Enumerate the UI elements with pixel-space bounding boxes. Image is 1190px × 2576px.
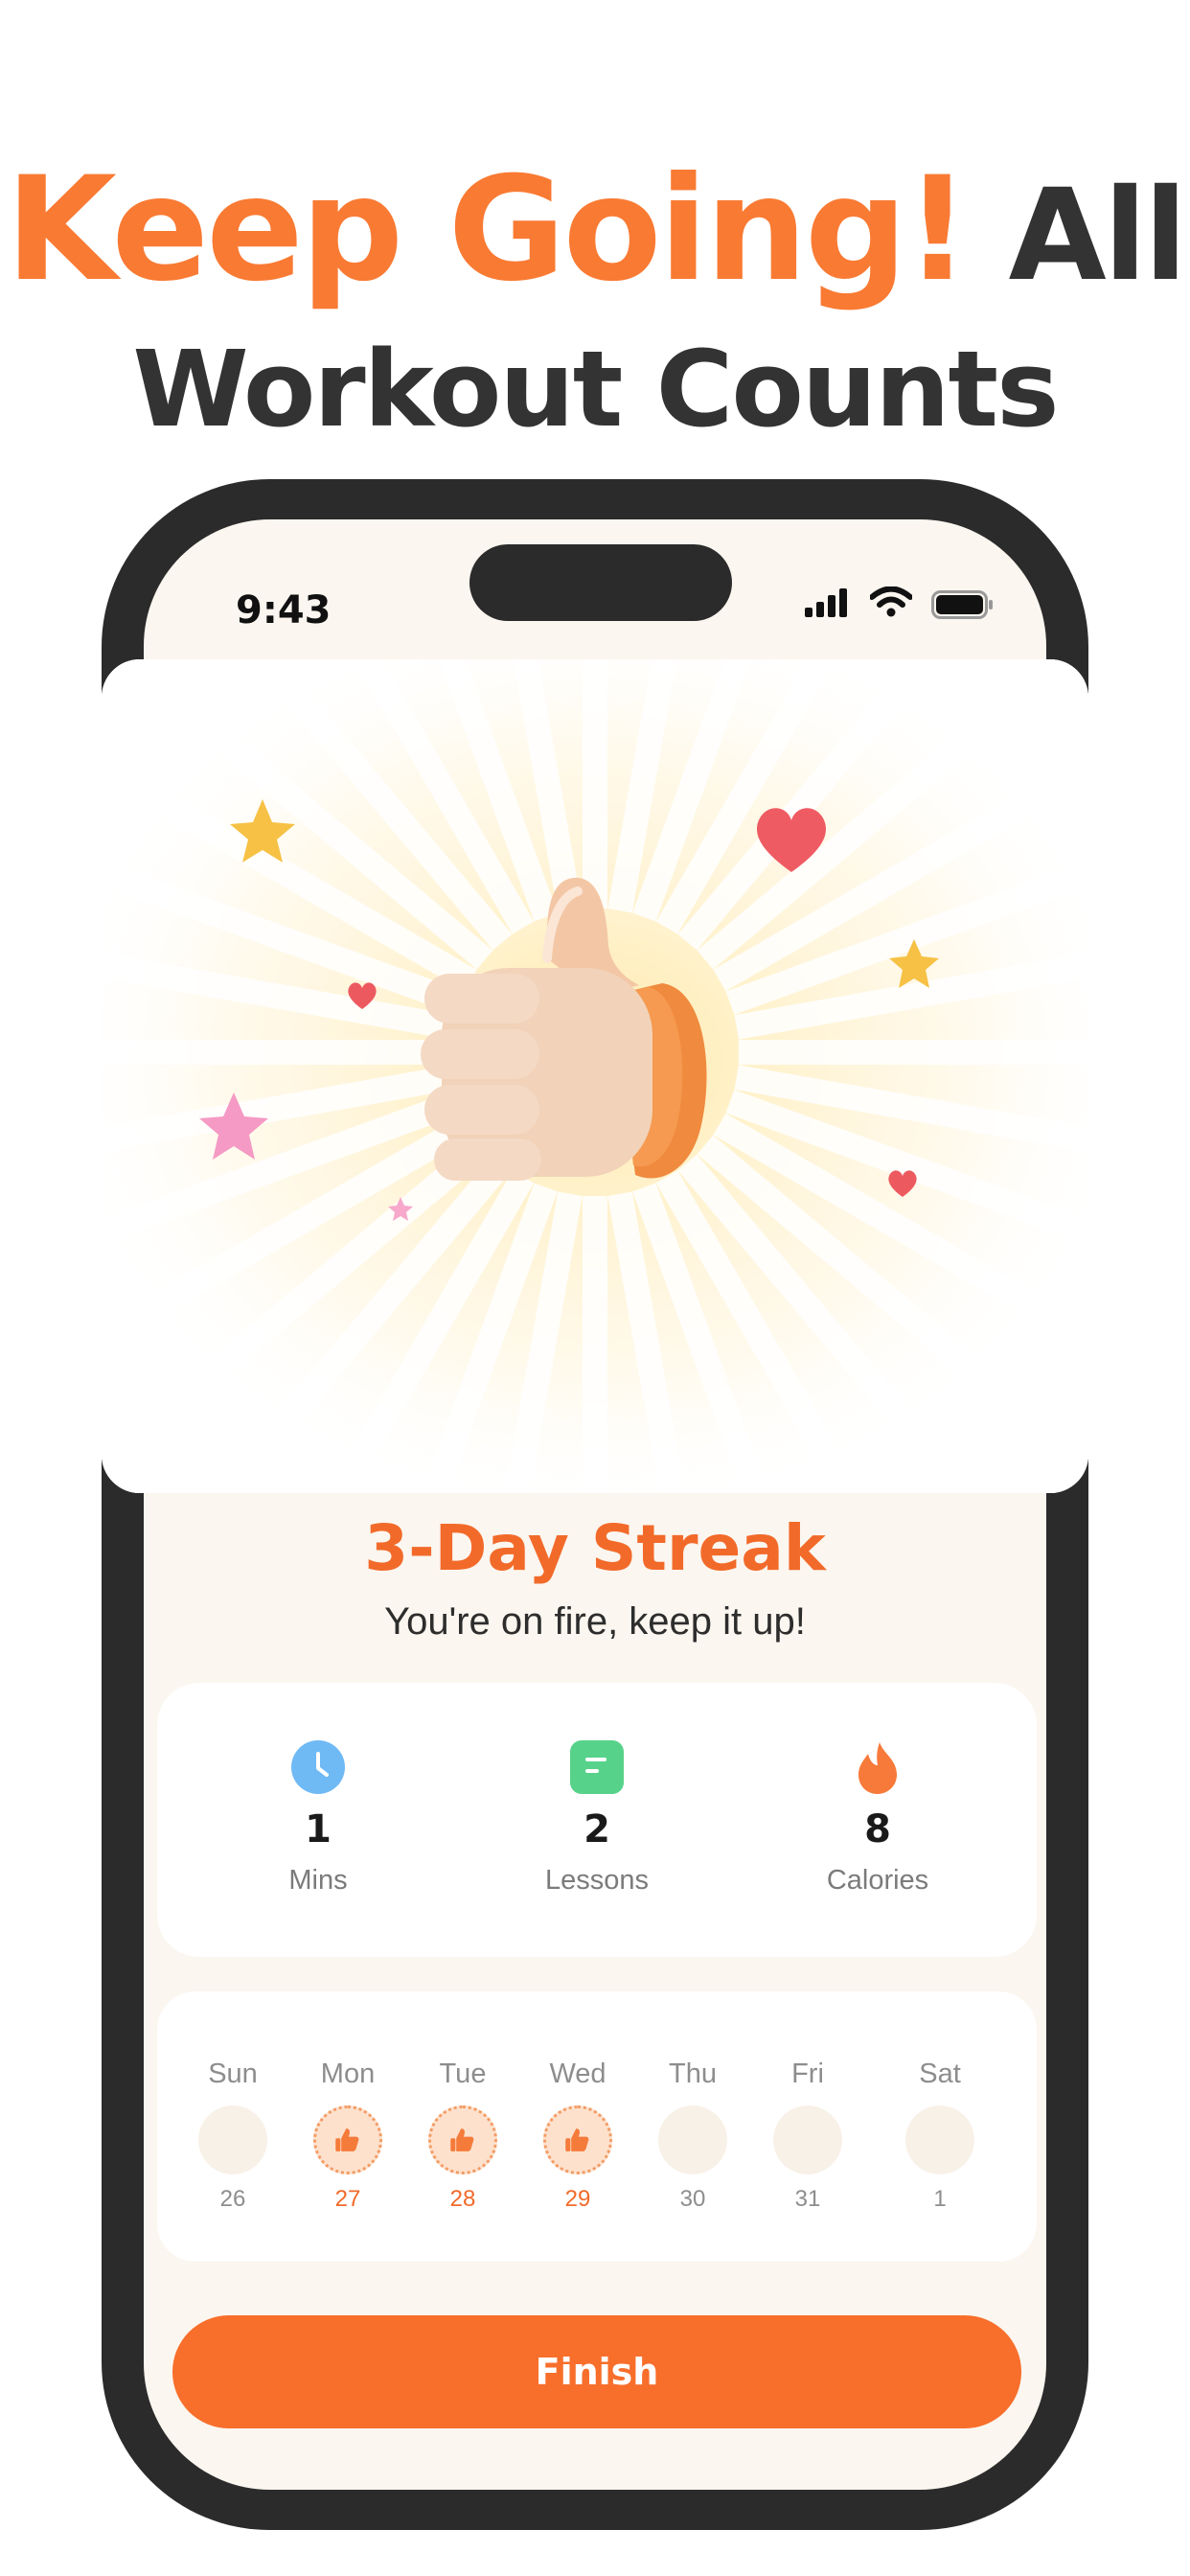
finish-button[interactable]: Finish: [172, 2315, 1021, 2428]
battery-icon: [931, 590, 993, 619]
day-circle: [198, 2105, 267, 2174]
day-date: 26: [219, 2186, 246, 2212]
day-name: Thu: [669, 2058, 717, 2089]
day-name: Sun: [208, 2058, 258, 2089]
day-date: 30: [679, 2186, 706, 2212]
stat-calories: 8 Calories: [734, 1740, 1021, 1897]
hero-illustration: [102, 659, 1088, 1493]
day-date: 28: [449, 2186, 476, 2212]
stat-mins: 1 Mins: [174, 1740, 462, 1897]
headline-accent: Keep Going!: [5, 147, 971, 313]
sunburst-background: [102, 659, 1088, 1493]
day-circle: [543, 2105, 612, 2174]
stat-label: Mins: [288, 1865, 348, 1896]
day-circle: [313, 2105, 382, 2174]
streak-title: 3-Day Streak: [364, 1511, 826, 1585]
stats-card: 1 Mins 2 Lessons 8 Calories: [157, 1683, 1037, 1957]
stat-lessons: 2 Lessons: [453, 1740, 741, 1897]
day-name: Sat: [919, 2058, 961, 2089]
week-streak-card: Sun 26 Mon 27 Tue 28 Wed 29 Thu 30 Fri 3…: [157, 1991, 1037, 2262]
status-time: 9:43: [236, 588, 332, 632]
day-name: Tue: [439, 2058, 487, 2089]
promo-headline: Keep Going! All Workout Counts: [0, 153, 1190, 466]
headline-line-2: Workout Counts: [132, 328, 1059, 450]
day-circle: [428, 2105, 497, 2174]
lessons-icon: [570, 1740, 624, 1794]
thumbs-up-icon: [450, 2128, 474, 2151]
thumbs-up-icon: [565, 2128, 589, 2151]
day-date: 1: [933, 2186, 947, 2212]
day-name: Wed: [549, 2058, 606, 2089]
day-circle: [773, 2105, 842, 2174]
cellular-signal-icon: [805, 588, 847, 617]
day-fri: Fri 31: [755, 2058, 860, 2213]
day-circle: [658, 2105, 727, 2174]
headline-rest: All: [1008, 162, 1188, 310]
stat-label: Lessons: [544, 1865, 649, 1896]
day-date: 29: [564, 2186, 591, 2212]
streak-subtitle: You're on fire, keep it up!: [384, 1600, 806, 1643]
day-sun: Sun 26: [180, 2058, 286, 2213]
day-circle: [905, 2105, 974, 2174]
day-date: 31: [794, 2186, 821, 2212]
day-date: 27: [334, 2186, 361, 2212]
headline-line-1: Keep Going! All: [0, 153, 1190, 312]
flame-icon: [858, 1742, 897, 1794]
day-name: Mon: [320, 2058, 376, 2089]
day-tue: Tue 28: [410, 2058, 515, 2213]
day-mon: Mon 27: [295, 2058, 400, 2213]
stat-value: 8: [864, 1807, 891, 1852]
thumbs-up-icon: [335, 2128, 359, 2151]
wifi-icon: [870, 586, 912, 617]
day-sat: Sat 1: [887, 2058, 993, 2213]
day-wed: Wed 29: [525, 2058, 630, 2213]
stat-value: 2: [584, 1807, 610, 1852]
stat-label: Calories: [826, 1865, 929, 1896]
dynamic-island: [469, 544, 732, 621]
clock-icon: [291, 1740, 345, 1794]
day-thu: Thu 30: [640, 2058, 745, 2213]
day-name: Fri: [791, 2058, 824, 2089]
stat-value: 1: [305, 1807, 332, 1852]
